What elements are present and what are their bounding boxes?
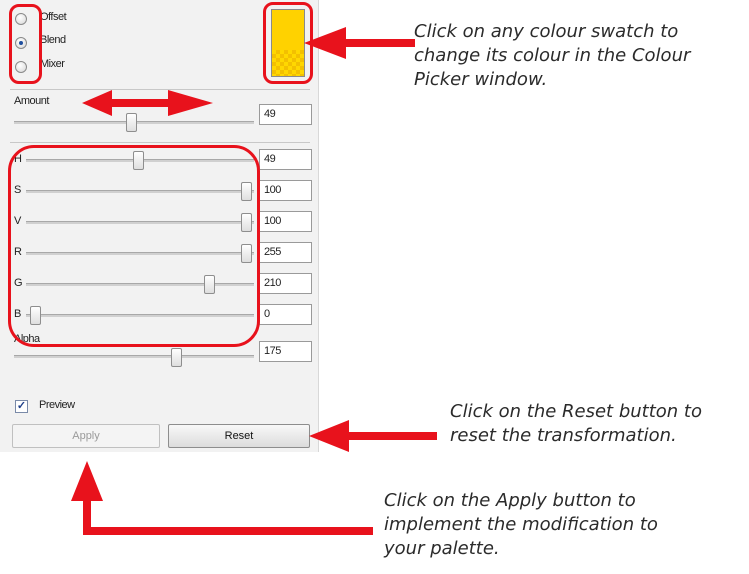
apply-note-line-2: implement the modification to: [384, 514, 658, 535]
apply-arrow-head: [71, 461, 103, 501]
reset-note: Click on the Reset button to reset the t…: [450, 400, 702, 448]
apply-note-line-3: your palette.: [384, 538, 500, 559]
apply-arrow-horizontal: [83, 527, 373, 535]
apply-note-line-1: Click on the Apply button to: [384, 490, 636, 511]
reset-note-line-1: Click on the Reset button to: [450, 401, 702, 422]
swatch-note-line-2: change its colour in the Colour: [414, 45, 691, 66]
amount-arrow-left-head: [82, 90, 112, 116]
swatch-note-line-1: Click on any colour swatch to: [414, 21, 679, 42]
swatch-arrow-shaft: [340, 39, 415, 47]
swatch-arrow-head: [304, 27, 346, 59]
swatch-note: Click on any colour swatch to change its…: [414, 20, 690, 92]
reset-arrow-head: [309, 420, 349, 452]
apply-note: Click on the Apply button to implement t…: [384, 489, 658, 561]
reset-arrow-shaft: [345, 432, 437, 440]
amount-arrow-shaft: [105, 99, 175, 107]
reset-note-line-2: reset the transformation.: [450, 425, 677, 446]
amount-arrow-right-head: [168, 90, 213, 116]
swatch-note-line-3: Picker window.: [414, 69, 548, 90]
